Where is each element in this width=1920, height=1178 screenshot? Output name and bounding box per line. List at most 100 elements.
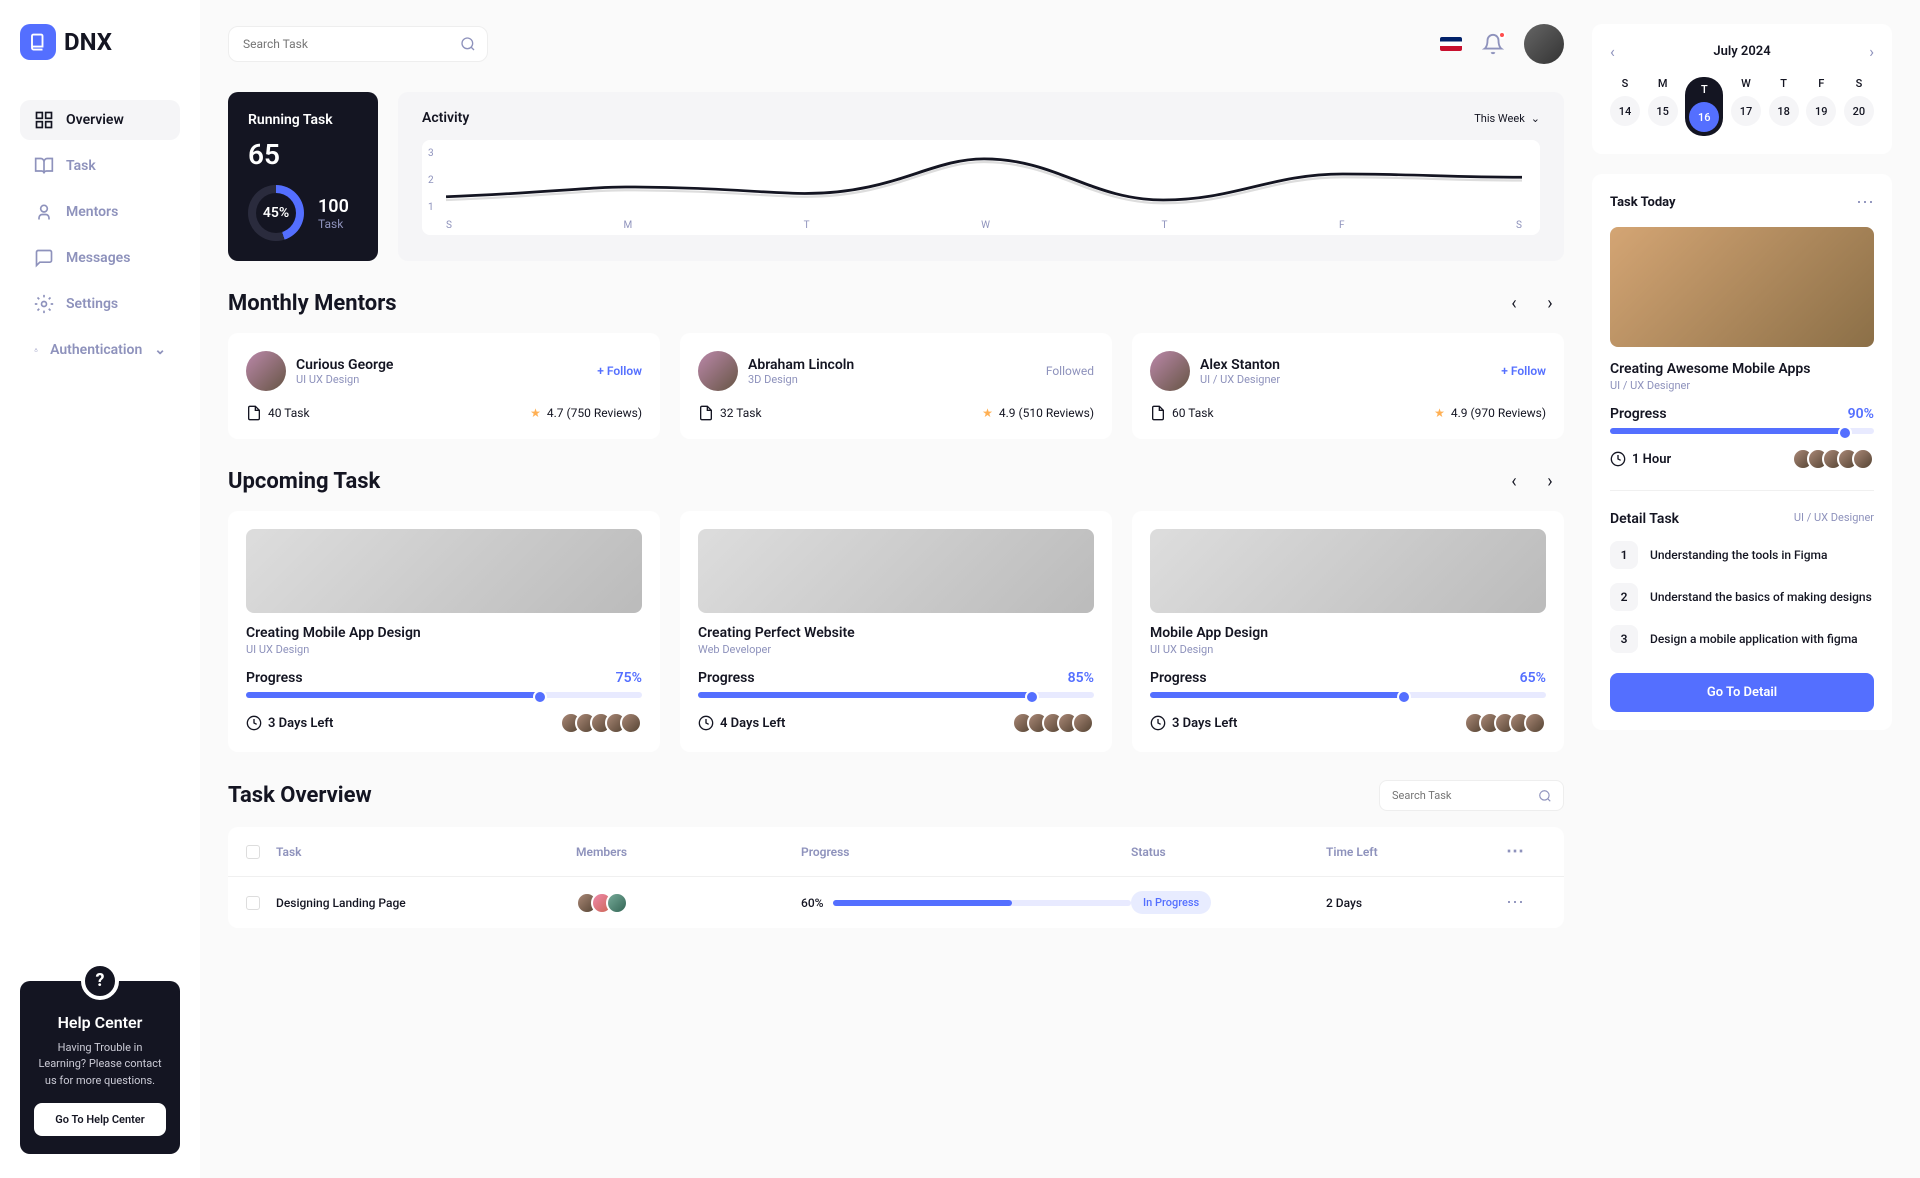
chevron-down-icon: ⌄ [154,342,166,358]
prog-value: 75% [616,670,642,686]
detail-step: 1Understanding the tools in Figma [1610,541,1874,569]
detail-role: UI / UX Designer [1794,511,1874,527]
task-members [1012,712,1094,734]
row-time: 2 Days [1326,896,1506,910]
help-center-button[interactable]: Go To Help Center [34,1103,166,1136]
note-icon [698,405,714,421]
cal-next[interactable]: › [1869,42,1874,61]
go-to-detail-button[interactable]: Go To Detail [1610,673,1874,712]
row-menu[interactable]: ⋯ [1506,892,1546,913]
mentor-role: UI / UX Designer [1200,373,1280,386]
detail-heading: Detail Task [1610,511,1679,527]
book-icon [20,24,56,60]
cal-dow: S [1622,77,1629,90]
progress-ring: 45% [248,185,304,241]
help-card: ? Help Center Having Trouble in Learning… [20,981,180,1155]
today-role: UI / UX Designer [1610,379,1874,392]
nav-settings[interactable]: Settings [20,284,180,324]
prog-label: Progress [246,670,303,686]
task-title: Creating Mobile App Design [246,625,642,641]
col-status: Status [1131,845,1326,859]
cal-dow: S [1856,77,1863,90]
mentor-card[interactable]: Alex StantonUI / UX Designer + Follow 60 … [1132,333,1564,439]
notification-dot [1498,31,1506,39]
nav-task[interactable]: Task [20,146,180,186]
cal-day[interactable]: S20 [1844,77,1874,136]
detail-step: 2Understand the basics of making designs [1610,583,1874,611]
task-card[interactable]: Creating Perfect Website Web Developer P… [680,511,1112,752]
star-icon: ★ [530,406,541,420]
task-members [1464,712,1546,734]
lock-icon [34,340,38,360]
notifications-button[interactable] [1482,33,1504,55]
task-card[interactable]: Creating Mobile App Design UI UX Design … [228,511,660,752]
star-icon: ★ [1434,406,1445,420]
nav-mentors[interactable]: Mentors [20,192,180,232]
activity-card: Activity This Week ⌄ 321 SMTWTFS [398,92,1564,261]
nav-label: Authentication [50,342,142,358]
cal-day[interactable]: W17 [1731,77,1761,136]
cal-day[interactable]: M15 [1648,77,1678,136]
mentor-avatar [698,351,738,391]
table-row[interactable]: Designing Landing Page 60% In Progress 2… [228,877,1564,928]
time-left: 4 Days Left [698,715,785,731]
cal-day[interactable]: S14 [1610,77,1640,136]
task-card[interactable]: Mobile App Design UI UX Design Progress6… [1132,511,1564,752]
today-menu[interactable]: ⋯ [1856,192,1874,213]
search-input[interactable] [228,26,488,62]
time-left: 3 Days Left [1150,715,1237,731]
mentor-card[interactable]: Curious GeorgeUI UX Design+ Follow 40 Ta… [228,333,660,439]
row-checkbox[interactable] [246,896,260,910]
cal-day[interactable]: F19 [1806,77,1836,136]
table-menu[interactable]: ⋯ [1506,841,1546,862]
logo[interactable]: DNX [20,24,180,60]
today-heading: Task Today [1610,195,1676,210]
follow-button[interactable]: + Follow [1501,364,1546,378]
step-num: 3 [1610,625,1638,653]
nav-label: Overview [66,112,124,128]
task-role: UI UX Design [1150,643,1546,656]
nav-messages[interactable]: Messages [20,238,180,278]
cal-day[interactable]: T18 [1769,77,1799,136]
nav-overview[interactable]: Overview [20,100,180,140]
mentor-card[interactable]: Abraham Lincoln3D DesignFollowed 32 Task… [680,333,1112,439]
mentors-prev[interactable]: ‹ [1500,289,1528,317]
cal-prev[interactable]: ‹ [1610,42,1615,61]
prog-value: 85% [1068,670,1094,686]
select-all-checkbox[interactable] [246,845,260,859]
activity-range-toggle[interactable]: This Week ⌄ [1474,112,1540,125]
nav-label: Messages [66,250,130,266]
brand-name: DNX [64,28,112,56]
time-left: 3 Days Left [246,715,333,731]
mentors-next[interactable]: › [1536,289,1564,317]
row-members [576,892,801,914]
clock-icon [246,715,262,731]
tasks-prev[interactable]: ‹ [1500,467,1528,495]
followed-label: Followed [1046,364,1094,378]
profile-avatar[interactable] [1524,24,1564,64]
task-table: Task Members Progress Status Time Left ⋯… [228,827,1564,928]
help-icon: ? [81,962,119,1000]
follow-button[interactable]: + Follow [597,364,642,378]
search-icon[interactable] [460,36,476,52]
language-flag[interactable] [1440,37,1462,51]
mentor-tasks: 60 Task [1150,405,1214,421]
tasks-next[interactable]: › [1536,467,1564,495]
task-members [560,712,642,734]
cal-day[interactable]: T16 [1685,77,1723,136]
prog-label: Progress [1610,406,1667,422]
mentor-name: Alex Stanton [1200,357,1280,373]
nav-auth[interactable]: Authentication ⌄ [20,330,180,370]
prog-label: Progress [698,670,755,686]
overview-search-input[interactable] [1379,780,1564,811]
step-num: 1 [1610,541,1638,569]
mentor-name: Abraham Lincoln [748,357,854,373]
search-icon[interactable] [1538,789,1552,803]
clock-icon [1610,451,1626,467]
status-badge: In Progress [1131,891,1211,914]
message-icon [34,248,54,268]
overview-search [1379,780,1564,811]
step-num: 2 [1610,583,1638,611]
cal-dow: T [1780,77,1787,90]
mentor-rating: ★4.7 (750 Reviews) [530,406,642,420]
